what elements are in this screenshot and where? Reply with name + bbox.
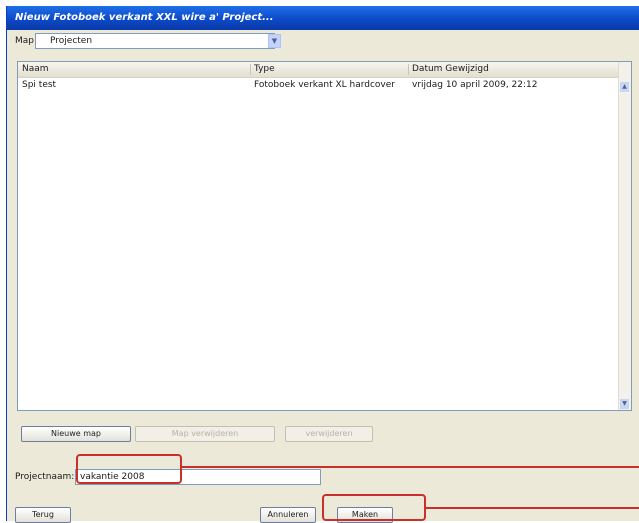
file-list[interactable]: Naam Type Datum Gewijzigd Spi test Fotob…	[17, 61, 632, 411]
scroll-up-icon[interactable]: ▲	[620, 82, 629, 92]
new-folder-button[interactable]: Nieuwe map	[21, 426, 131, 442]
folder-value: Projecten	[50, 36, 93, 46]
column-header-name[interactable]: Naam	[22, 64, 49, 74]
chevron-down-icon[interactable]: ▼	[268, 34, 281, 48]
list-item[interactable]: Spi test Fotoboek verkant XL hardcover v…	[18, 78, 620, 92]
column-divider[interactable]	[408, 64, 409, 75]
item-type: Fotoboek verkant XL hardcover	[254, 80, 395, 90]
item-date: vrijdag 10 april 2009, 22:12	[412, 80, 538, 90]
title-bar[interactable]: Nieuw Fotoboek verkant XXL wire a' Proje…	[7, 6, 639, 30]
project-name-label: Projectnaam:	[15, 472, 75, 482]
column-header-date[interactable]: Datum Gewijzigd	[412, 64, 489, 74]
folder-label: Map:	[15, 36, 38, 46]
item-name: Spi test	[22, 80, 57, 90]
scroll-down-icon[interactable]: ▼	[620, 399, 629, 409]
window-title: Nieuw Fotoboek verkant XXL wire a' Proje…	[15, 12, 274, 23]
remove-folder-button[interactable]: Map verwijderen	[135, 426, 275, 442]
vertical-scrollbar[interactable]: ▲ ▼	[618, 62, 631, 410]
column-divider[interactable]	[250, 64, 251, 75]
annotation-box-create	[322, 494, 426, 521]
annotation-line	[424, 507, 639, 509]
dialog-window: Nieuw Fotoboek verkant XXL wire a' Proje…	[6, 6, 639, 523]
list-header: Naam Type Datum Gewijzigd	[18, 62, 620, 78]
annotation-line	[180, 466, 639, 468]
delete-button[interactable]: verwijderen	[285, 426, 373, 442]
column-header-type[interactable]: Type	[254, 64, 275, 74]
folder-dropdown[interactable]: Projecten	[35, 33, 275, 49]
annotation-box-project-name	[76, 454, 182, 484]
